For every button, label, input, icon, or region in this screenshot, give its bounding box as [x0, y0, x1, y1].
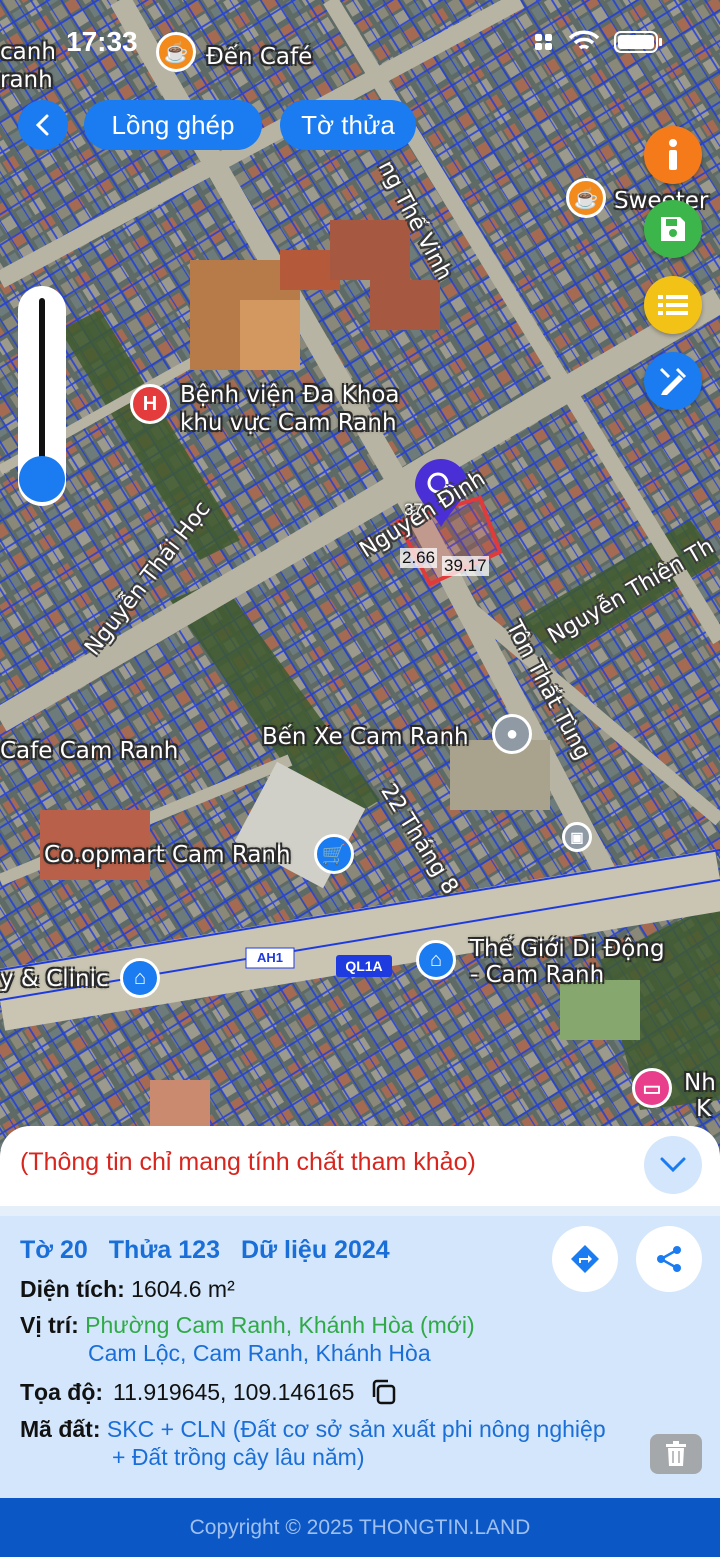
- parcel-dimension-1: 37.: [404, 500, 428, 519]
- list-icon: [658, 295, 688, 315]
- hotel-poi-icon[interactable]: ▭: [632, 1068, 672, 1108]
- coordinate-row: Tọa độ: 11.919645, 109.146165: [20, 1378, 398, 1406]
- road-shield-ql1a: QL1A: [345, 958, 383, 974]
- land-code-label: Mã đất:: [20, 1416, 101, 1442]
- map-label-canh-ranh: canh ranh: [0, 39, 56, 93]
- back-button[interactable]: [18, 100, 68, 150]
- road-shield-ah1: AH1: [256, 950, 283, 965]
- parcel-search-button[interactable]: Tờ thửa: [280, 100, 416, 150]
- directions-button[interactable]: [552, 1226, 618, 1292]
- wifi-icon: [568, 30, 600, 50]
- location-new: Phường Cam Ranh, Khánh Hòa (mới): [85, 1312, 475, 1338]
- hospital-poi-icon[interactable]: H: [130, 384, 170, 424]
- sweets-poi-icon[interactable]: ☕: [566, 178, 606, 218]
- clinic-poi-icon[interactable]: ⌂: [120, 958, 160, 998]
- parcel-dimension-2: 2.66: [400, 548, 438, 568]
- parcel-info-panel: Tờ 20 Thửa 123 Dữ liệu 2024 Diện tích: 1…: [0, 1206, 720, 1498]
- area-row: Diện tích: 1604.6 m²: [20, 1276, 235, 1303]
- trash-icon: [666, 1441, 686, 1466]
- copyright-footer: Copyright © 2025 THONGTIN.LAND: [0, 1498, 720, 1557]
- info-button[interactable]: [644, 126, 702, 184]
- satellite-map[interactable]: ☕ H ● 🛒 ⌂ ⌂ ☕ ▭ ▣ canh ranh Đến Café Swe…: [0, 0, 720, 1150]
- zoom-slider[interactable]: [18, 286, 66, 506]
- land-code-row: Mã đất: SKC + CLN (Đất cơ sở sản xuất ph…: [20, 1416, 606, 1443]
- map-label-bus-station: Bến Xe Cam Ranh: [262, 724, 469, 750]
- location-row: Vị trí: Phường Cam Ranh, Khánh Hòa (mới): [20, 1312, 475, 1339]
- draw-edit-button[interactable]: [644, 352, 702, 410]
- coordinate-value: 11.919645, 109.146165: [113, 1378, 355, 1405]
- location-old: Cam Lộc, Cam Ranh, Khánh Hòa: [88, 1340, 431, 1366]
- map-label-clinic: y & Clinic: [0, 966, 109, 992]
- zoom-slider-knob[interactable]: [19, 456, 65, 502]
- land-code-value-2: + Đất trồng cây lâu năm): [112, 1444, 365, 1470]
- map-label-nh: Nh: [684, 1070, 716, 1096]
- map-label-the-gioi-1: Thế Giới Di Động: [470, 936, 665, 962]
- delete-button[interactable]: [650, 1434, 702, 1474]
- chevron-down-icon: [660, 1157, 686, 1173]
- copy-icon[interactable]: [370, 1378, 398, 1406]
- disclaimer-note: (Thông tin chỉ mang tính chất tham khảo): [20, 1148, 476, 1176]
- chevron-left-icon: [35, 114, 49, 136]
- map-label-hospital-2: khu vực Cam Ranh: [180, 410, 397, 436]
- sheet-header: (Thông tin chỉ mang tính chất tham khảo): [0, 1126, 720, 1206]
- data-year: Dữ liệu 2024: [240, 1236, 390, 1264]
- area-value: 1604.6 m²: [131, 1276, 235, 1302]
- coordinate-label: Tọa độ:: [20, 1378, 104, 1405]
- pencil-ruler-icon: [659, 367, 687, 395]
- layer-toggle-button[interactable]: Lồng ghép: [84, 100, 262, 150]
- shopping-poi-icon[interactable]: 🛒: [314, 834, 354, 874]
- parcel-dimension-3: 39.17: [442, 556, 489, 576]
- sheet-number: Tờ 20: [20, 1236, 88, 1264]
- cellular-icon: [535, 34, 552, 50]
- parcel-title: Tờ 20 Thửa 123 Dữ liệu 2024: [20, 1236, 404, 1265]
- map-label-cafe-cam-ranh: Cafe Cam Ranh: [0, 738, 179, 764]
- status-icons: [534, 30, 664, 54]
- land-code-value-1: SKC + CLN (Đất cơ sở sản xuất phi nông n…: [106, 1416, 606, 1442]
- map-label-den-cafe: Đến Café: [206, 44, 313, 70]
- bus-stop-icon[interactable]: ▣: [562, 822, 592, 852]
- save-button[interactable]: [644, 200, 702, 258]
- map-label-hospital-1: Bệnh viện Đa Khoa: [180, 382, 400, 408]
- map-label-the-gioi-2: - Cam Ranh: [470, 962, 605, 988]
- area-label: Diện tích:: [20, 1276, 125, 1302]
- battery-icon: [614, 31, 662, 53]
- share-icon: [657, 1246, 681, 1272]
- store-poi-icon[interactable]: ⌂: [416, 940, 456, 980]
- save-icon: [661, 217, 685, 241]
- share-button[interactable]: [636, 1226, 702, 1292]
- info-icon: [669, 139, 677, 170]
- cafe-poi-icon[interactable]: ☕: [156, 32, 196, 72]
- directions-icon: [571, 1245, 599, 1273]
- list-button[interactable]: [644, 276, 702, 334]
- zoom-slider-track: [39, 298, 45, 478]
- parcel-number: Thửa 123: [108, 1236, 220, 1264]
- map-label-k: K: [696, 1096, 712, 1122]
- status-time: 17:33: [66, 26, 138, 57]
- collapse-sheet-button[interactable]: [644, 1136, 702, 1194]
- location-label: Vị trí:: [20, 1312, 79, 1338]
- map-label-coopmart: Co.opmart Cam Ranh: [44, 842, 291, 868]
- bus-station-poi-icon[interactable]: ●: [492, 714, 532, 754]
